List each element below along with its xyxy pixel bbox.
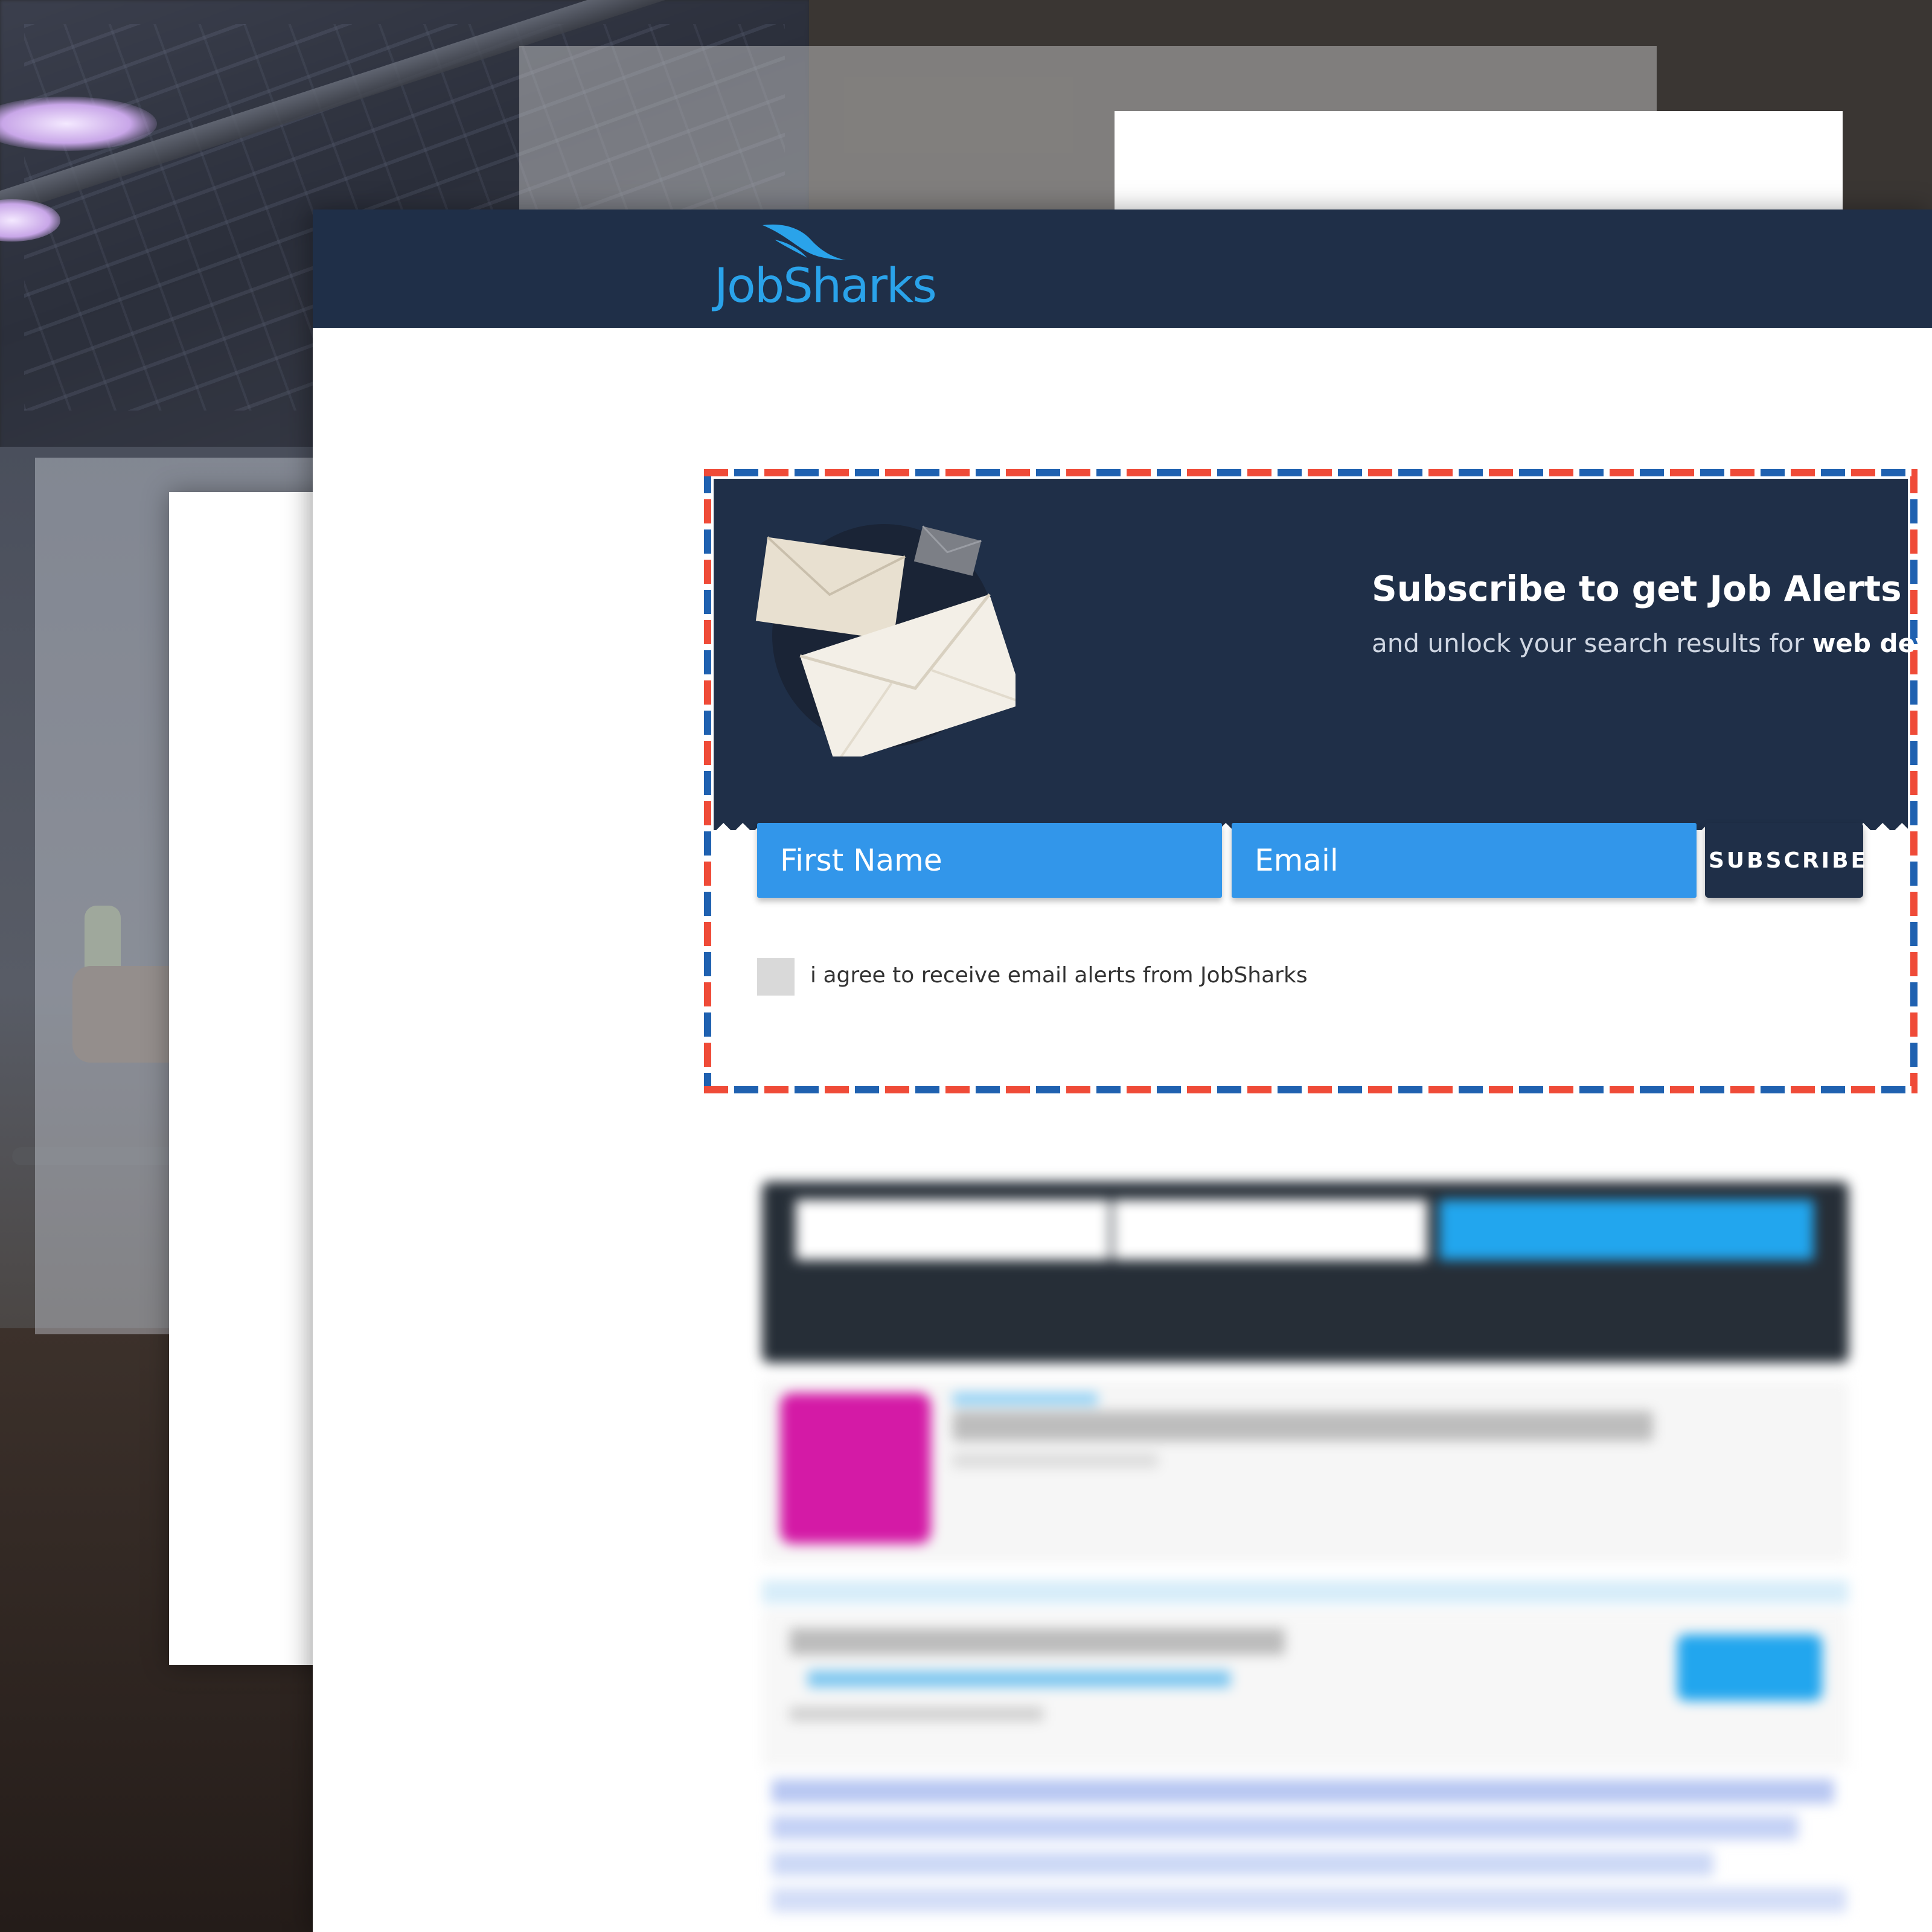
blurred-text: [953, 1411, 1653, 1441]
blurred-link-text: [772, 1815, 1798, 1840]
blurred-link-text: [772, 1852, 1713, 1876]
blurred-text: [953, 1453, 1158, 1468]
blurred-text: [808, 1671, 1230, 1687]
blurred-search-button: [1439, 1200, 1814, 1260]
blurred-input: [796, 1200, 1110, 1260]
blurred-text: [953, 1393, 1098, 1405]
main-page: JobSharks Subscribe to get Job Alerts an…: [313, 210, 1932, 1932]
blurred-text: [790, 1707, 1043, 1721]
blurred-results: [313, 210, 1932, 1932]
blurred-company-logo: [780, 1393, 931, 1544]
blurred-link-text: [772, 1888, 1846, 1912]
blurred-text: [790, 1628, 1285, 1655]
blurred-input: [1113, 1200, 1427, 1260]
blurred-apply-button: [1677, 1634, 1822, 1701]
blurred-link-text: [772, 1779, 1834, 1803]
blurred-divider: [762, 1580, 1849, 1604]
